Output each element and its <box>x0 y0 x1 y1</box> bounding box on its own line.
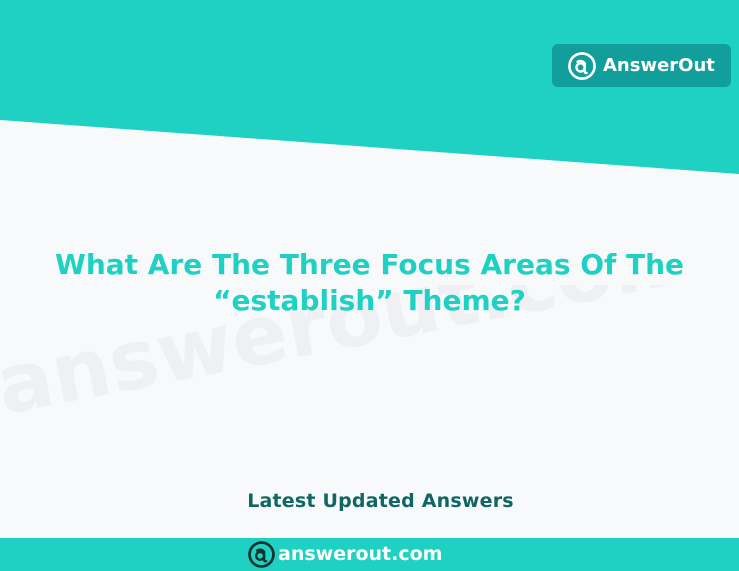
latest-updated-answers-heading: Latest Updated Answers <box>247 490 514 512</box>
question-card: AnswerOut answerout.com What Are The Thr… <box>0 0 739 571</box>
answerout-footer-logo-icon <box>248 541 275 568</box>
footer-domain-text: answerout.com <box>278 543 443 565</box>
footer-band: answerout.com <box>0 538 739 571</box>
brand-name: AnswerOut <box>603 55 715 76</box>
question-title: What Are The Three Focus Areas Of The “e… <box>54 248 685 317</box>
top-teal-banner <box>0 0 739 174</box>
footer-domain-link[interactable]: answerout.com <box>248 540 442 569</box>
answerout-logo-icon <box>568 51 596 80</box>
brand-badge[interactable]: AnswerOut <box>552 44 731 87</box>
